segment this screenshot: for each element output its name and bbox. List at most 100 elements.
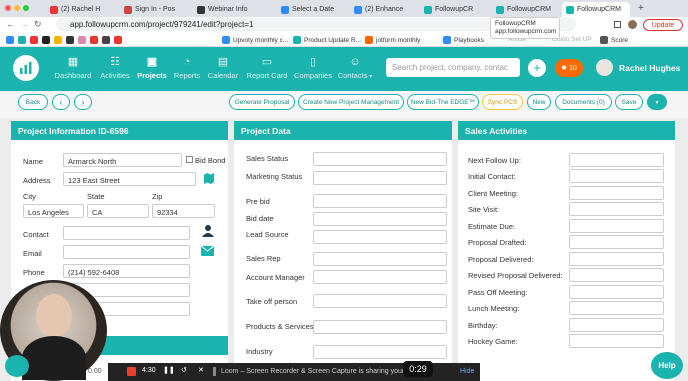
bookmark-playbooks[interactable]: Playbooks: [443, 36, 484, 44]
profile-avatar-icon[interactable]: [628, 20, 637, 29]
tab-favicon: [50, 5, 58, 14]
email-label: Email: [23, 249, 42, 258]
industry-label: Industry: [246, 347, 273, 356]
address-label: Address: [23, 176, 51, 185]
browser-tab[interactable]: Webinar Info: [193, 2, 265, 17]
browser-tab-active[interactable]: FollowupCRM: [562, 2, 630, 17]
pause-icon[interactable]: ❚❚: [163, 366, 175, 374]
marketing-status-label: Marketing Status: [246, 172, 303, 181]
previous-icon[interactable]: ‹: [52, 94, 70, 110]
nav-companies[interactable]: ▯ Companies: [290, 55, 336, 80]
browser-tab[interactable]: Select a Date: [277, 2, 341, 17]
client-meeting-field[interactable]: [569, 186, 664, 200]
bookmark-score[interactable]: Score: [600, 36, 628, 44]
name-field[interactable]: Armarck North: [63, 153, 182, 167]
email-field[interactable]: [63, 245, 190, 259]
bookmark-jotform[interactable]: jotform monthly: [365, 36, 420, 44]
bid-date-field[interactable]: [313, 212, 447, 226]
proposal-drafted-field[interactable]: [569, 235, 664, 249]
marketing-status-select[interactable]: [313, 171, 447, 185]
back-button[interactable]: Back: [18, 94, 48, 110]
help-button[interactable]: Help: [651, 352, 683, 379]
bookmark-icons[interactable]: [6, 36, 122, 44]
tab-favicon: [281, 5, 289, 14]
share-notice: Loom – Screen Recorder & Screen Capture …: [221, 368, 430, 375]
elapsed-time: 4:30: [142, 367, 156, 374]
state-field[interactable]: CA: [87, 204, 149, 218]
report-card-icon: ▭: [261, 56, 273, 68]
bid-bond-checkbox[interactable]: [186, 156, 193, 163]
project-data-panel: Project Data Sales Status Marketing Stat…: [234, 121, 452, 381]
nav-dashboard[interactable]: ▦ Dashboard: [50, 55, 96, 80]
sales-status-select[interactable]: [313, 152, 447, 166]
next-follow-up-label: Next Follow Up:: [468, 156, 521, 165]
industry-select[interactable]: [313, 345, 447, 359]
stop-icon[interactable]: [127, 367, 136, 376]
tab-favicon: [566, 5, 574, 14]
browser-tab[interactable]: (2) Rachel H: [46, 2, 108, 17]
nav-calendar[interactable]: ▤ Calendar: [200, 55, 246, 80]
browser-tab[interactable]: (2) Enhance: [350, 2, 412, 17]
new-bid-edge-button[interactable]: New Bid-The EDGE™: [407, 94, 479, 110]
chat-bubble-icon[interactable]: [5, 355, 29, 377]
trash-icon[interactable]: ✕: [198, 366, 204, 374]
notification-badge[interactable]: ✹ 10: [555, 59, 583, 77]
documents-button[interactable]: Documents (0): [555, 94, 612, 110]
lead-source-select[interactable]: [313, 230, 447, 244]
bookmark-product-update[interactable]: Product Update R...: [293, 36, 361, 44]
nav-contacts[interactable]: ☺ Contacts ▾: [332, 55, 378, 80]
user-avatar[interactable]: [596, 59, 613, 76]
phone-field[interactable]: (214) 592-6408: [63, 264, 190, 278]
estimate-due-label: Estimate Due:: [468, 222, 516, 231]
products-services-select[interactable]: [313, 320, 447, 334]
sidebar-icon[interactable]: [614, 21, 621, 28]
hide-link[interactable]: Hide: [460, 368, 474, 375]
forward-arrow-icon[interactable]: →: [20, 19, 29, 29]
user-name[interactable]: Rachel Hughes: [619, 63, 680, 73]
next-follow-up-field[interactable]: [569, 153, 664, 167]
city-field[interactable]: Los Angeles: [23, 204, 84, 218]
zip-field[interactable]: 92334: [152, 204, 215, 218]
create-project-management-button[interactable]: Create New Project Management: [298, 94, 404, 110]
revised-proposal-delivered-field[interactable]: [569, 268, 664, 282]
estimate-due-field[interactable]: [569, 219, 664, 233]
new-button[interactable]: New: [527, 94, 551, 110]
update-button[interactable]: Update: [643, 19, 683, 31]
initial-contact-field[interactable]: [569, 169, 664, 183]
pass-off-meeting-field[interactable]: [569, 285, 664, 299]
sync-pcs-button[interactable]: Sync PCS: [482, 94, 523, 110]
nav-report-card[interactable]: ▭ Report Card: [244, 55, 290, 80]
email-icon[interactable]: [200, 245, 215, 256]
search-input[interactable]: Search project, company, contac: [386, 58, 520, 77]
sales-rep-select[interactable]: [313, 252, 447, 266]
new-tab-icon[interactable]: +: [638, 3, 644, 14]
window-controls[interactable]: [5, 5, 29, 11]
hockey-game-field[interactable]: [569, 334, 664, 348]
lunch-meeting-field[interactable]: [569, 301, 664, 315]
bookmark-upvoty[interactable]: Upvoty monthly c...: [222, 36, 288, 44]
restart-icon[interactable]: ↺: [181, 366, 187, 374]
reload-icon[interactable]: ↻: [34, 19, 42, 30]
birthday-field[interactable]: [569, 318, 664, 332]
back-arrow-icon[interactable]: ←: [6, 19, 15, 29]
more-dropdown-icon[interactable]: ▾: [647, 94, 667, 110]
generate-proposal-button[interactable]: Generate Proposal: [229, 94, 295, 110]
browser-tab[interactable]: Sign In - Pos: [120, 2, 186, 17]
initial-contact-label: Initial Contact:: [468, 172, 516, 181]
app-logo[interactable]: [13, 55, 39, 81]
account-manager-select[interactable]: [313, 270, 447, 284]
take-off-person-select[interactable]: [313, 294, 447, 308]
add-icon[interactable]: +: [528, 59, 546, 77]
map-icon[interactable]: [204, 173, 214, 184]
save-button[interactable]: Save: [615, 94, 643, 110]
browser-tab[interactable]: FollowupCR: [420, 2, 482, 17]
time-remaining: 0.00: [88, 368, 102, 375]
proposal-delivered-field[interactable]: [569, 252, 664, 266]
next-icon[interactable]: ›: [74, 94, 92, 110]
browser-tab[interactable]: FollowupCRM: [492, 2, 556, 17]
contact-field[interactable]: [63, 226, 190, 240]
site-visit-field[interactable]: [569, 202, 664, 216]
pre-bid-field[interactable]: [313, 194, 447, 208]
address-field[interactable]: 123 East Street: [63, 172, 196, 186]
contact-person-icon[interactable]: [202, 224, 214, 237]
